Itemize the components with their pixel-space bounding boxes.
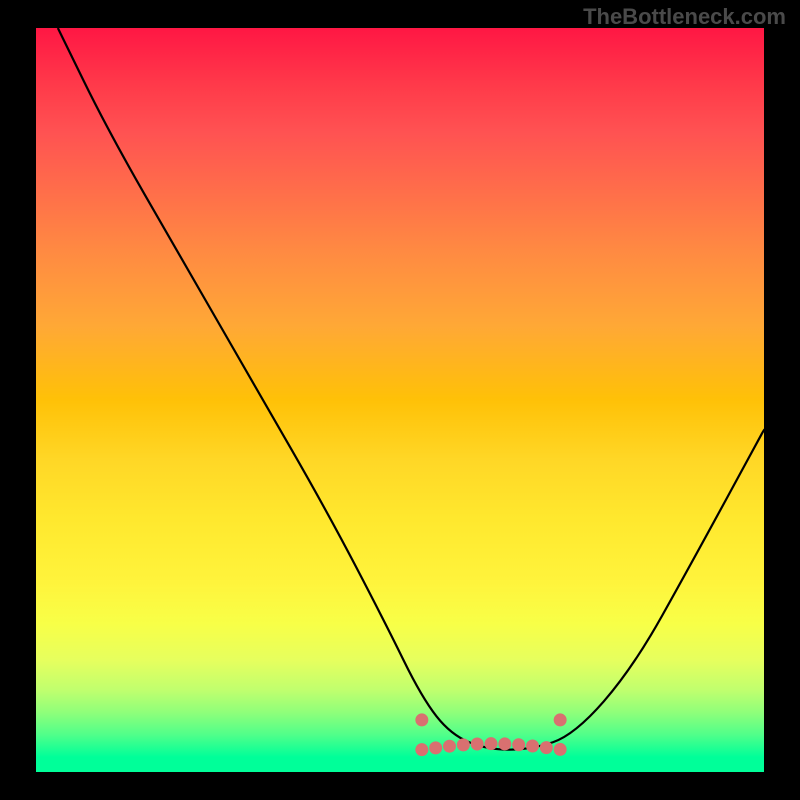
dot-marker [554, 713, 567, 726]
dot-marker [526, 739, 539, 752]
dot-marker [443, 740, 456, 753]
dot-marker [415, 713, 428, 726]
curve-svg [36, 28, 764, 772]
dot-marker [554, 743, 567, 756]
plot-area [36, 28, 764, 772]
dot-marker [471, 738, 484, 751]
dot-marker [540, 741, 553, 754]
dot-marker [512, 738, 525, 751]
watermark-text: TheBottleneck.com [583, 4, 786, 30]
dot-marker [429, 741, 442, 754]
dot-marker [457, 738, 470, 751]
dot-marker [485, 737, 498, 750]
dot-marker [415, 743, 428, 756]
dot-marker [498, 737, 511, 750]
bottleneck-curve-line [58, 28, 764, 750]
